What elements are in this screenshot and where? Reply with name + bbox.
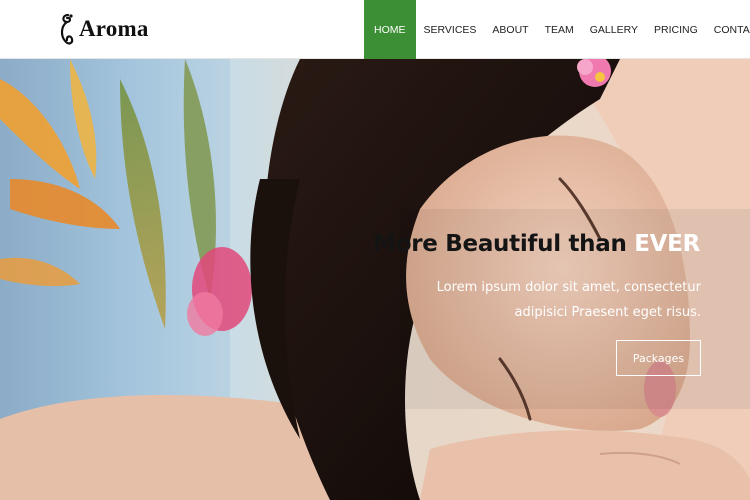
nav-contact[interactable]: CONTACT (706, 0, 750, 59)
nav-services[interactable]: SERVICES (416, 0, 485, 59)
packages-button[interactable]: Packages (616, 340, 701, 376)
nav-about[interactable]: ABOUT (484, 0, 536, 59)
brand-logo[interactable]: Aroma (58, 10, 149, 48)
hero-title-accent: EVER (634, 231, 700, 257)
nav-pricing[interactable]: PRICING (646, 0, 706, 59)
main-nav: HOME SERVICES ABOUT TEAM GALLERY PRICING… (364, 0, 750, 59)
nav-team[interactable]: TEAM (537, 0, 582, 59)
nav-home[interactable]: HOME (364, 0, 416, 59)
brand-name: Aroma (79, 16, 149, 41)
hero-title: More Beautiful than EVER (373, 231, 700, 257)
aroma-swirl-icon (60, 13, 74, 45)
site-header: Aroma HOME SERVICES ABOUT TEAM GALLERY P… (0, 0, 750, 59)
hero-subtitle: Lorem ipsum dolor sit amet, consectetur … (436, 280, 701, 320)
hero-title-main: More Beautiful than (373, 231, 635, 257)
nav-gallery[interactable]: GALLERY (582, 0, 646, 59)
hero-banner: More Beautiful than EVER Lorem ipsum dol… (0, 59, 750, 500)
